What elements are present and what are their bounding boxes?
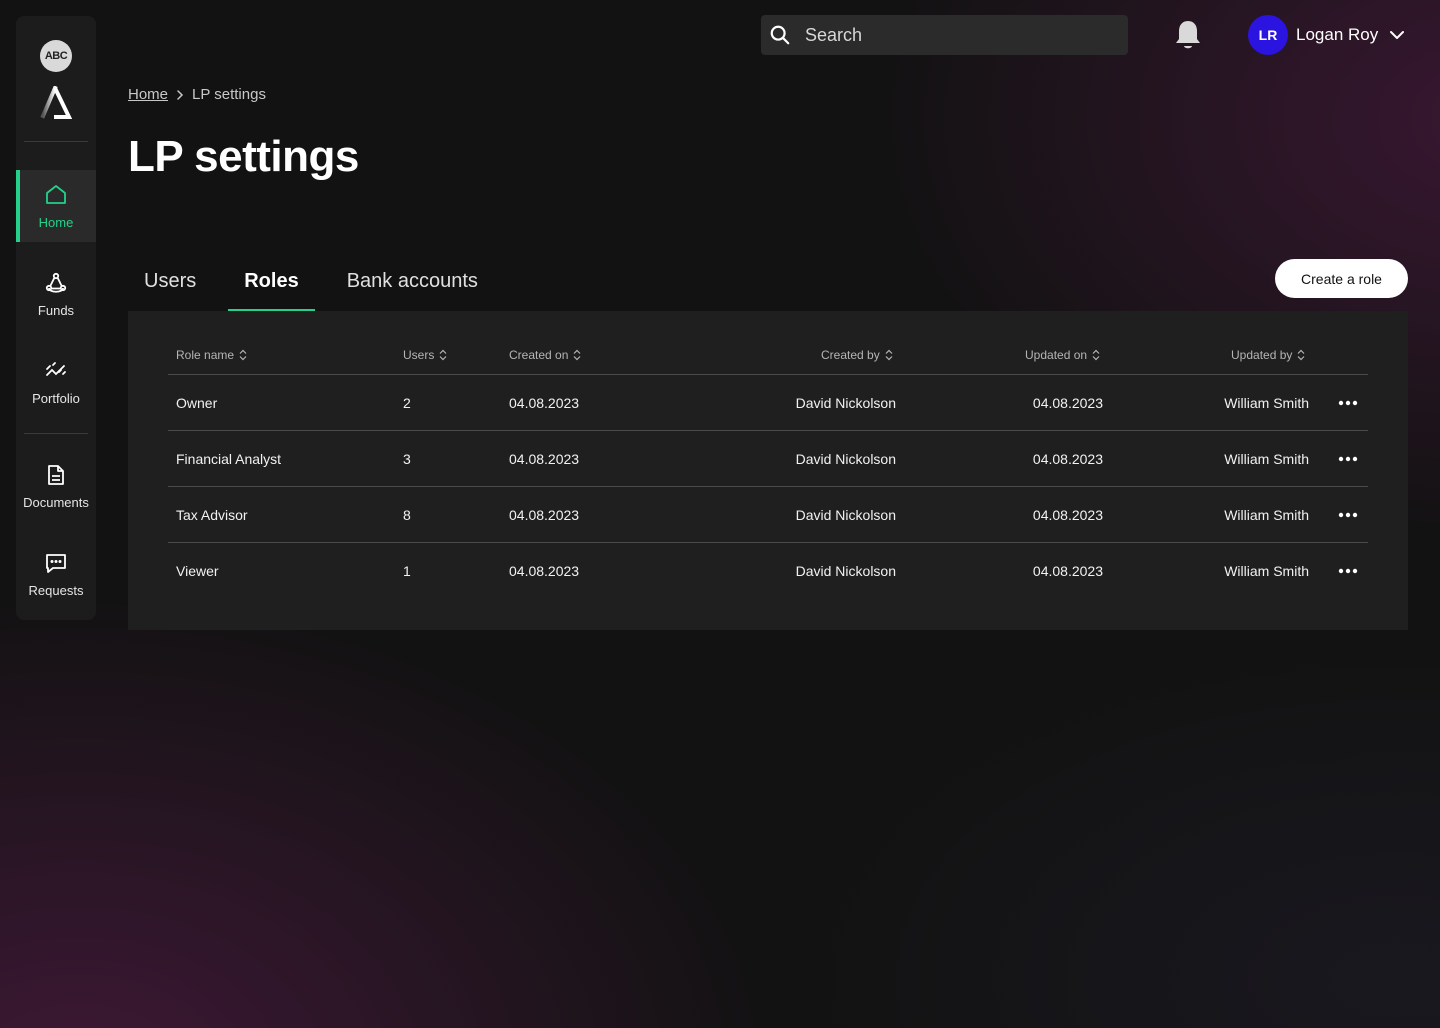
column-header-created-by[interactable]: Created by [821,335,894,375]
sidebar-item-label: Home [38,214,74,230]
user-name: Logan Roy [1296,25,1379,44]
delta-logo-icon[interactable] [40,86,72,120]
cell-created-on: 04.08.2023 [509,395,580,411]
sidebar-divider [24,433,88,434]
cell-updated-by: William Smith [1224,563,1309,579]
tab-users[interactable]: Users [128,256,212,311]
portfolio-icon [46,361,66,376]
sort-icon [439,349,447,361]
table-row[interactable]: Tax Advisor 8 04.08.2023 David Nickolson… [168,487,1368,543]
breadcrumb-home-link[interactable]: Home [128,86,168,103]
cell-created-by: David Nickolson [795,451,896,467]
cell-role-name: Financial Analyst [176,451,282,467]
more-options-button[interactable] [1336,559,1360,583]
more-horizontal-icon [1338,456,1358,462]
sidebar-item-label: Portfolio [32,390,80,406]
cell-updated-by: William Smith [1224,451,1309,467]
cell-users: 3 [403,451,411,467]
sidebar-item-label: Requests [28,582,84,598]
cell-role-name: Owner [176,395,218,411]
cell-updated-on: 04.08.2023 [1032,563,1103,579]
create-role-button[interactable]: Create a role [1275,259,1408,298]
more-horizontal-icon [1338,568,1358,574]
funds-icon [45,272,67,293]
cell-created-on: 04.08.2023 [509,451,580,467]
column-header-role-name[interactable]: Role name [176,335,248,375]
more-horizontal-icon [1338,512,1358,518]
cell-updated-on: 04.08.2023 [1032,507,1103,523]
table-header: Role name Users Created on Created by Up… [168,335,1368,375]
cell-role-name: Tax Advisor [176,507,248,523]
cell-created-on: 04.08.2023 [509,563,580,579]
page-title: LP settings [128,132,359,181]
bell-icon[interactable] [1172,18,1204,52]
chevron-right-icon [177,89,184,100]
sidebar: ABC Home Funds Portfolio Documents Reque… [16,16,96,620]
sidebar-item-portfolio[interactable]: Portfolio [16,346,96,418]
tab-roles[interactable]: Roles [228,256,316,311]
cell-updated-on: 04.08.2023 [1032,395,1103,411]
tab-bar: Users Roles Bank accounts [128,256,494,311]
tab-bank-accounts[interactable]: Bank accounts [331,256,494,311]
document-icon [48,464,64,485]
column-header-updated-by[interactable]: Updated by [1231,335,1306,375]
cell-users: 8 [403,507,411,523]
column-header-users[interactable]: Users [403,335,448,375]
sidebar-item-label: Funds [37,302,75,318]
table-row[interactable]: Financial Analyst 3 04.08.2023 David Nic… [168,431,1368,487]
user-menu[interactable]: LR Logan Roy [1248,15,1406,55]
more-options-button[interactable] [1336,391,1360,415]
cell-users: 1 [403,563,411,579]
chat-icon [46,553,66,573]
more-horizontal-icon [1338,400,1358,406]
more-options-button[interactable] [1336,503,1360,527]
table-row[interactable]: Viewer 1 04.08.2023 David Nickolson 04.0… [168,543,1368,599]
table-row[interactable]: Owner 2 04.08.2023 David Nickolson 04.08… [168,375,1368,431]
sidebar-divider [24,141,88,142]
cell-created-by: David Nickolson [795,563,896,579]
roles-table: Role name Users Created on Created by Up… [128,311,1408,630]
sort-icon [1092,349,1100,361]
more-options-button[interactable] [1336,447,1360,471]
cell-created-by: David Nickolson [795,507,896,523]
search-bar[interactable] [761,15,1128,55]
sort-icon [885,349,893,361]
sidebar-item-documents[interactable]: Documents [16,450,96,522]
sort-icon [239,349,247,361]
sort-icon [573,349,581,361]
sidebar-item-home[interactable]: Home [16,170,96,242]
breadcrumb-current: LP settings [192,86,266,103]
cell-created-by: David Nickolson [795,395,896,411]
column-header-created-on[interactable]: Created on [509,335,582,375]
search-icon [770,25,790,45]
chevron-down-icon [1390,31,1405,39]
sidebar-item-requests[interactable]: Requests [16,538,96,610]
cell-users: 2 [403,395,411,411]
avatar: LR [1248,15,1288,55]
cell-role-name: Viewer [176,563,219,579]
sidebar-item-label: Documents [23,494,89,510]
cell-updated-by: William Smith [1224,395,1309,411]
column-header-updated-on[interactable]: Updated on [1025,335,1101,375]
home-icon [46,184,66,204]
org-badge[interactable]: ABC [40,40,72,72]
sort-icon [1297,349,1305,361]
cell-updated-on: 04.08.2023 [1032,451,1103,467]
sidebar-item-funds[interactable]: Funds [16,258,96,330]
search-input[interactable] [805,24,1105,46]
breadcrumb: Home LP settings [128,86,266,103]
cell-updated-by: William Smith [1224,507,1309,523]
cell-created-on: 04.08.2023 [509,507,580,523]
